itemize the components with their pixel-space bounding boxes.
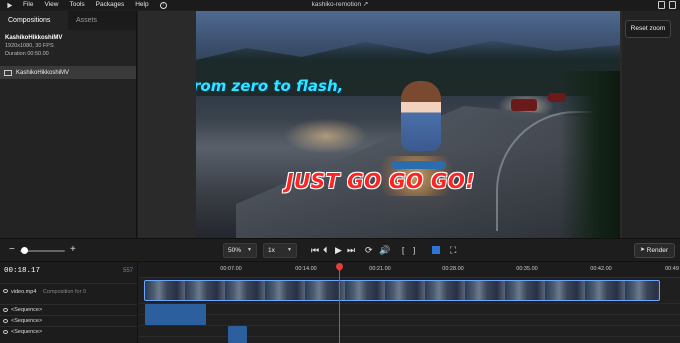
scene-character — [401, 81, 441, 151]
reset-zoom-button[interactable]: Reset zoom — [625, 20, 671, 38]
play-icon[interactable]: ▶ — [335, 245, 342, 256]
scene-car — [511, 99, 537, 111]
track-sequence-3[interactable]: <Sequence> — [0, 326, 137, 337]
timecode: 00:18.17 — [4, 267, 41, 275]
menu-file[interactable]: File — [23, 0, 33, 10]
composition-name: KashikoHikkoshiMV — [5, 35, 63, 41]
send-icon: ➤ — [640, 247, 646, 253]
composition-list-item[interactable]: KashikoHikkoshiMV — [0, 66, 136, 79]
scene-car — [548, 93, 566, 102]
playback-controls: − + 50% ▼ 1x ▼ ⏮ ⏴ ▶ ⏭ ⟳ 🔊 [ ] ⛶ ➤ Rende… — [0, 238, 680, 262]
sequence-clip[interactable] — [228, 326, 247, 343]
tick-label: 00:35.00 — [516, 266, 538, 272]
track-sublabel: Composition for 0 — [42, 289, 87, 295]
menu-help[interactable]: Help — [135, 0, 148, 10]
window-title[interactable]: kashiko-remotion — [312, 1, 362, 8]
loop-icon[interactable]: ⟳ — [365, 245, 373, 256]
fullscreen-icon[interactable]: ⛶ — [450, 245, 456, 256]
track-sequence-2[interactable]: <Sequence> — [0, 315, 137, 326]
tab-compositions[interactable]: Compositions — [0, 11, 68, 30]
scene-skateboard — [391, 161, 446, 169]
layout-toggles — [658, 1, 676, 9]
render-label: Render — [646, 247, 668, 254]
sequence-clip[interactable] — [145, 304, 206, 325]
right-panel: Reset zoom — [622, 11, 680, 238]
chevron-down-icon: ▼ — [287, 247, 292, 253]
render-button[interactable]: ➤ Render — [634, 243, 675, 258]
zoom-in-button[interactable]: + — [70, 244, 76, 256]
playhead-line — [339, 268, 340, 343]
toggle-left-panel-icon[interactable] — [658, 1, 665, 9]
track-label: <Sequence> — [11, 329, 43, 335]
tick-label: 00:42.00 — [590, 266, 612, 272]
tick-label: 00:28.00 — [442, 266, 464, 272]
track-video[interactable]: video.mp4 Composition for 0 — [0, 283, 137, 299]
step-back-icon[interactable]: ⏴ — [323, 245, 328, 256]
track-row-sequence — [139, 304, 680, 315]
caption-bottom: JUST GO GO GO! — [286, 169, 475, 193]
eye-icon[interactable] — [3, 319, 8, 323]
toggle-right-panel-icon[interactable] — [669, 1, 676, 9]
menu-view[interactable]: View — [44, 0, 58, 10]
tick-label: 00:21.00 — [369, 266, 391, 272]
chevron-down-icon: ▼ — [247, 247, 252, 253]
scene-trees — [560, 71, 620, 238]
tick-label: 00:14.00 — [295, 266, 317, 272]
tick-label: 00:49 — [665, 266, 679, 272]
scale-select[interactable]: 50% ▼ — [223, 243, 257, 258]
zoom-out-button[interactable]: − — [9, 244, 15, 256]
track-label: <Sequence> — [11, 307, 43, 313]
volume-icon[interactable]: 🔊 — [379, 245, 390, 256]
remotion-logo-icon — [7, 2, 13, 8]
out-point-icon[interactable]: ] — [413, 245, 415, 256]
track-row-sequence — [139, 326, 680, 337]
jump-to-start-icon[interactable]: ⏮ — [311, 245, 319, 256]
frame-counter: 557 — [122, 268, 133, 274]
eye-icon[interactable] — [3, 289, 8, 293]
track-label: video.mp4 — [11, 289, 37, 295]
external-link-icon[interactable]: ↗ — [363, 1, 368, 8]
jump-to-end-icon[interactable]: ⏭ — [347, 245, 355, 256]
speed-value: 1x — [268, 247, 275, 254]
track-label: <Sequence> — [11, 318, 43, 324]
eye-icon[interactable] — [3, 330, 8, 334]
scale-value: 50% — [228, 247, 242, 254]
checkerboard-icon[interactable] — [432, 246, 440, 254]
timeline: 00:18.17 557 video.mp4 Composition for 0… — [0, 262, 680, 343]
speed-select[interactable]: 1x ▼ — [263, 243, 297, 258]
video-clip[interactable] — [144, 280, 660, 301]
caption-top: rom zero to flash, — [196, 77, 344, 95]
tick-label: 00:07.00 — [220, 266, 242, 272]
eye-icon[interactable] — [3, 308, 8, 312]
upgrade-icon[interactable]: ↑ — [159, 1, 167, 9]
film-icon — [4, 69, 12, 76]
menu-tools[interactable]: Tools — [69, 0, 84, 10]
compositions-panel: Compositions Assets KashikoHikkoshiMV 19… — [0, 11, 137, 238]
video-preview-canvas[interactable]: rom zero to flash, JUST GO GO GO! — [196, 11, 620, 238]
tab-assets[interactable]: Assets — [68, 11, 136, 30]
track-sequence-1[interactable]: <Sequence> — [0, 304, 137, 315]
timeline-track-list: 00:18.17 557 video.mp4 Composition for 0… — [0, 262, 138, 343]
track-row-sequence — [139, 315, 680, 326]
composition-duration: Duration 00:50.00 — [5, 51, 49, 57]
timeline-ruler[interactable]: 00:07.00 00:14.00 00:21.00 00:28.00 00:3… — [139, 262, 680, 278]
composition-info: KashikoHikkoshiMV 1920x1080, 30 FPS Dura… — [0, 30, 136, 57]
in-point-icon[interactable]: [ — [402, 245, 404, 256]
composition-list-label: KashikoHikkoshiMV — [16, 69, 70, 76]
menu-packages[interactable]: Packages — [96, 0, 125, 10]
zoom-slider-knob[interactable] — [21, 247, 28, 254]
menu-bar: File View Tools Packages Help ↑ kashiko-… — [0, 0, 680, 10]
panel-tabs: Compositions Assets — [0, 11, 136, 30]
composition-resolution: 1920x1080, 30 FPS — [5, 43, 54, 49]
